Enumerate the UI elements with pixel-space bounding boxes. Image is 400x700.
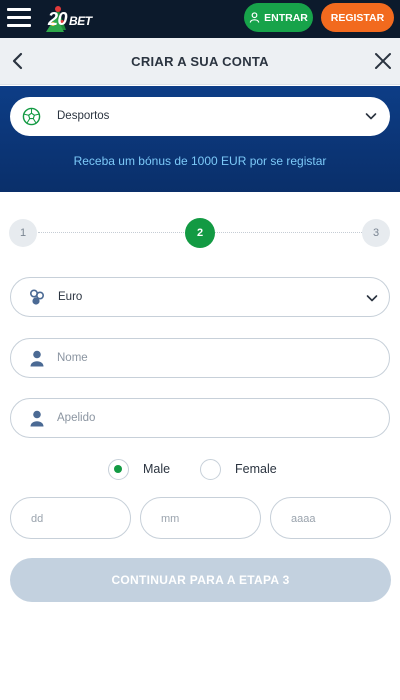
gender-option-female[interactable]: Female	[200, 458, 277, 480]
currency-value: Euro	[58, 291, 83, 303]
user-icon	[249, 12, 260, 23]
step-1: 1	[9, 219, 37, 247]
currency-select[interactable]: Euro	[10, 277, 390, 317]
gender-label-male: Male	[143, 462, 171, 476]
last-name-field[interactable]	[10, 398, 390, 438]
birth-day-input[interactable]	[31, 506, 121, 532]
birth-month-input[interactable]	[161, 506, 251, 532]
registration-page: 20BET ENTRAR REGISTAR CRIAR A SUA CONTA	[0, 0, 400, 700]
login-button[interactable]: ENTRAR	[244, 3, 313, 32]
login-label: ENTRAR	[264, 11, 308, 24]
bonus-text: Receba um bónus de 1000 EUR por se regis…	[73, 154, 327, 168]
gender-radio-female[interactable]	[200, 458, 221, 480]
step-2-active: 2	[185, 218, 215, 248]
top-navigation-bar: 20 BET ENTRAR REGISTAR	[0, 0, 400, 38]
sport-select-value: Desportos	[57, 110, 110, 122]
soccer-ball-icon	[22, 107, 41, 126]
chevron-down-icon	[366, 295, 378, 302]
logo-text: 20 BET	[48, 9, 92, 30]
gender-label-female: Female	[235, 462, 277, 476]
bonus-banner: Desportos Receba um bónus de 1000 EUR po…	[0, 86, 400, 192]
birth-day-field[interactable]	[10, 497, 131, 539]
birth-year-field[interactable]	[270, 497, 391, 539]
brand-logo[interactable]: 20 BET	[42, 4, 108, 34]
first-name-field[interactable]	[10, 338, 390, 378]
register-button[interactable]: REGISTAR	[321, 3, 394, 32]
step-3: 3	[362, 219, 390, 247]
page-title: CRIAR A SUA CONTA	[131, 54, 269, 69]
person-icon	[30, 410, 44, 427]
last-name-input[interactable]	[57, 405, 377, 431]
sport-select[interactable]: Desportos	[10, 97, 390, 136]
birth-month-field[interactable]	[140, 497, 261, 539]
continue-button[interactable]: CONTINUAR PARA A ETAPA 3	[10, 558, 391, 602]
gender-option-male[interactable]: Male	[108, 458, 170, 480]
page-header: CRIAR A SUA CONTA	[0, 38, 400, 85]
logo-number: 20	[48, 9, 68, 29]
chevron-down-icon	[365, 113, 377, 120]
coins-icon	[29, 289, 45, 305]
step-indicator: 1 2 3	[0, 215, 400, 251]
birth-year-input[interactable]	[291, 506, 381, 532]
person-icon	[30, 350, 44, 367]
gender-radio-male[interactable]	[108, 458, 129, 480]
logo-suffix: BET	[69, 14, 92, 28]
first-name-input[interactable]	[57, 345, 377, 371]
hamburger-icon[interactable]	[7, 7, 31, 27]
register-label: REGISTAR	[330, 11, 385, 24]
close-icon[interactable]	[374, 52, 392, 70]
